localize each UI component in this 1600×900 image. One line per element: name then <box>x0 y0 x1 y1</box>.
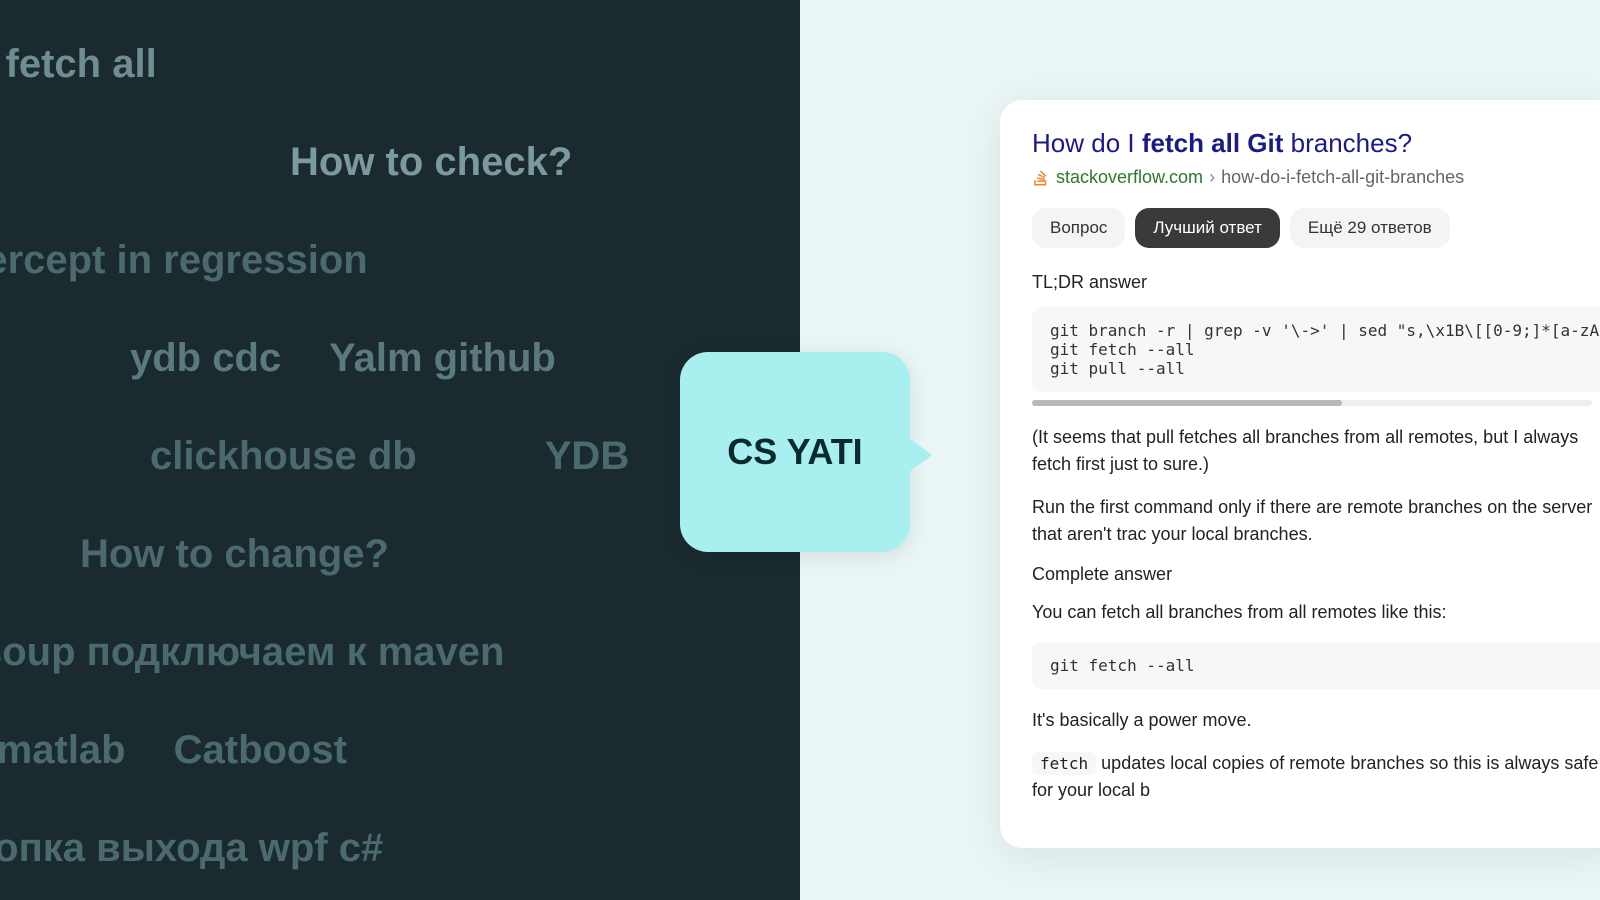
query-row: нопка выхода wpf c# <box>0 824 800 872</box>
cs-yati-badge: CS YATI <box>680 352 910 552</box>
query-row: How to check? <box>0 138 800 186</box>
answer-card: How do I fetch all Git branches? stackov… <box>1000 100 1600 848</box>
tab-best-answer[interactable]: Лучший ответ <box>1135 208 1279 248</box>
breadcrumb[interactable]: stackoverflow.com › how-do-i-fetch-all-g… <box>1032 167 1600 188</box>
horizontal-scrollbar[interactable] <box>1032 400 1592 406</box>
paragraph: Run the first command only if there are … <box>1032 494 1600 548</box>
inline-code: fetch <box>1032 752 1096 775</box>
query-row: r matlabCatboost <box>0 726 800 774</box>
paragraph: (It seems that pull fetches all branches… <box>1032 424 1600 478</box>
code-block-2[interactable]: git fetch --all <box>1032 642 1600 689</box>
stackoverflow-icon <box>1032 169 1050 187</box>
breadcrumb-domain: stackoverflow.com <box>1056 167 1203 188</box>
scrollbar-thumb[interactable] <box>1032 400 1342 406</box>
query-row: How to change? <box>0 530 800 578</box>
tabs: Вопрос Лучший ответ Ещё 29 ответов <box>1032 208 1600 248</box>
query-row: tercept in regression <box>0 236 800 284</box>
tldr-label: TL;DR answer <box>1032 272 1600 293</box>
paragraph: fetch updates local copies of remote bra… <box>1032 750 1600 804</box>
code-block-1[interactable]: git branch -r | grep -v '\->' | sed "s,\… <box>1032 307 1600 392</box>
query-row: it fetch all <box>0 40 800 88</box>
breadcrumb-sep: › <box>1209 167 1215 188</box>
paragraph: You can fetch all branches from all remo… <box>1032 599 1600 626</box>
query-row: soup подключаем к maven <box>0 628 800 676</box>
complete-answer-label: Complete answer <box>1032 564 1600 585</box>
tab-question[interactable]: Вопрос <box>1032 208 1125 248</box>
badge-label: CS YATI <box>727 431 862 473</box>
card-title[interactable]: How do I fetch all Git branches? <box>1032 128 1600 159</box>
paragraph: It's basically a power move. <box>1032 707 1600 734</box>
tab-more-answers[interactable]: Ещё 29 ответов <box>1290 208 1450 248</box>
breadcrumb-path: how-do-i-fetch-all-git-branches <box>1221 167 1464 188</box>
